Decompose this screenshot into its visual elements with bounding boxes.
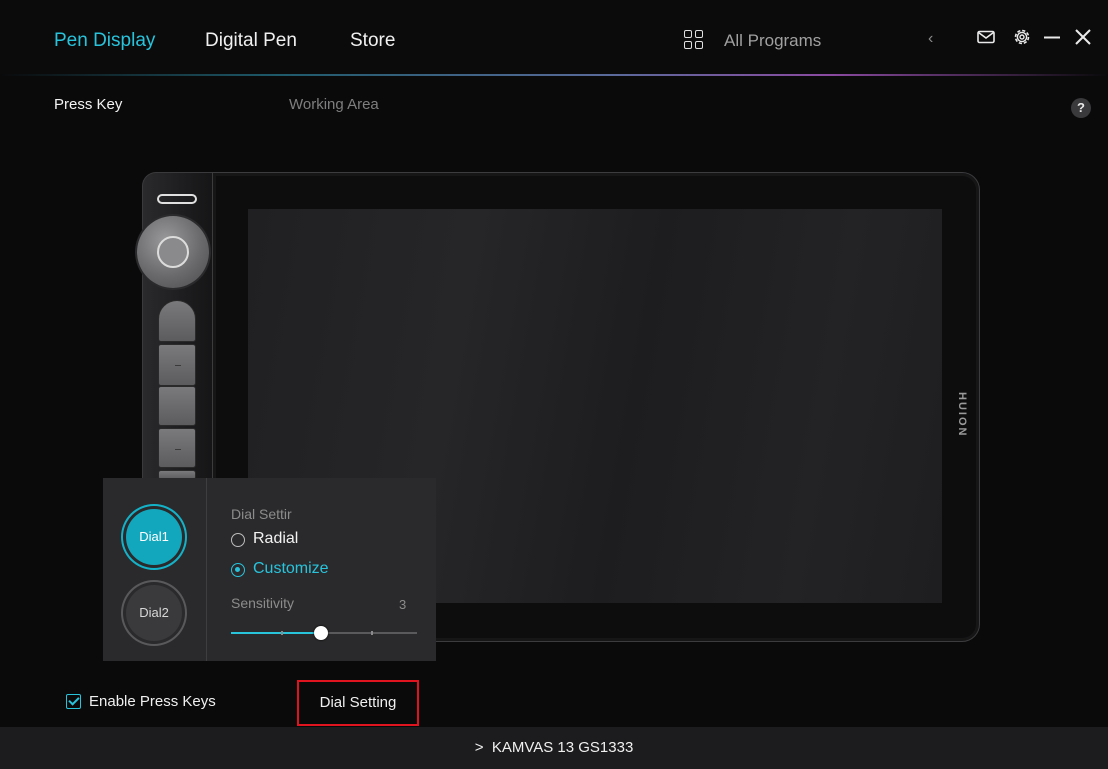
device-selector[interactable]: > KAMVAS 13 GS1333 (0, 739, 1108, 756)
radio-customize-label: Customize (253, 560, 329, 577)
slider-thumb[interactable] (314, 626, 328, 640)
tab-pen-display[interactable]: Pen Display (54, 30, 155, 52)
dial1-button[interactable]: Dial1 (126, 509, 182, 565)
sensitivity-value: 3 (399, 597, 407, 612)
dial-selector: Dial1 Dial2 (103, 478, 207, 661)
sensitivity-slider[interactable] (231, 626, 417, 640)
press-key-3[interactable] (158, 386, 196, 426)
dial-settings-title: Dial Settir (231, 506, 292, 522)
subtab-working-area[interactable]: Working Area (289, 96, 379, 113)
slider-tick (281, 631, 283, 635)
chevron-left-icon[interactable]: ‹ (928, 30, 933, 48)
tablet-brand-logo: HUION (956, 392, 968, 438)
top-bar: Pen Display Digital Pen Store All Progra… (0, 0, 1108, 76)
press-key-4[interactable] (158, 428, 196, 468)
help-icon[interactable]: ? (1071, 98, 1091, 118)
device-name: KAMVAS 13 GS1333 (491, 739, 634, 756)
header-divider (0, 74, 1108, 76)
sensitivity-label: Sensitivity (231, 595, 295, 611)
tab-digital-pen[interactable]: Digital Pen (205, 30, 297, 52)
subtab-press-key[interactable]: Press Key (54, 96, 122, 113)
close-icon[interactable] (1073, 27, 1093, 47)
program-selector[interactable]: All Programs ‹ (670, 22, 954, 58)
mail-icon[interactable] (976, 27, 996, 47)
dial-ring[interactable] (137, 216, 209, 288)
radio-radial-label: Radial (253, 530, 299, 547)
device-footer: > KAMVAS 13 GS1333 (0, 727, 1108, 769)
chevron-right-icon: > (474, 739, 484, 756)
program-selector-label: All Programs (724, 31, 822, 50)
press-key-1[interactable] (158, 300, 196, 342)
press-key-2[interactable] (158, 344, 196, 386)
slider-tick (371, 631, 373, 635)
minimize-icon[interactable] (1042, 27, 1062, 47)
radio-radial-indicator[interactable] (231, 533, 245, 547)
gear-icon[interactable] (1012, 27, 1032, 47)
checkbox-checked-icon[interactable] (66, 694, 81, 709)
grid-icon (684, 30, 704, 50)
radio-customize-indicator[interactable] (231, 563, 245, 577)
dial-center-button[interactable] (157, 236, 189, 268)
dial-settings-panel: Dial1 Dial2 Dial Settir Radial Customize… (103, 478, 436, 661)
tablet-indicator-slot (157, 194, 197, 204)
enable-press-keys-label: Enable Press Keys (89, 693, 216, 710)
dial-setting-button[interactable]: Dial Setting (297, 680, 419, 726)
dial2-button[interactable]: Dial2 (126, 585, 182, 641)
slider-fill (231, 632, 321, 634)
tab-store[interactable]: Store (350, 30, 395, 52)
